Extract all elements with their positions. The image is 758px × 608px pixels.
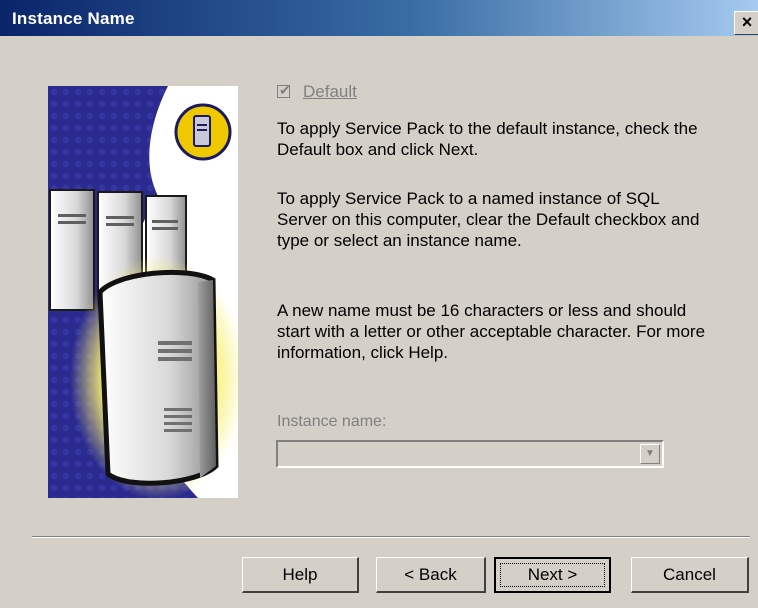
- instance-name-combobox[interactable]: ▼: [276, 440, 664, 468]
- back-button[interactable]: < Back: [376, 557, 486, 593]
- title-bar: Instance Name ×: [0, 0, 758, 36]
- instance-name-label: Instance name:: [277, 413, 387, 430]
- chevron-down-icon: ▼: [645, 448, 655, 459]
- cancel-button[interactable]: Cancel: [631, 557, 749, 593]
- instance-name-dialog: Instance Name × ✔ Default To apply Servi…: [0, 0, 758, 608]
- default-instance-instructions: To apply Service Pack to the default ins…: [277, 119, 698, 159]
- dropdown-arrow-button[interactable]: ▼: [640, 444, 660, 464]
- focus-ring: [500, 563, 605, 587]
- servers-illustration-svg: [48, 86, 238, 498]
- button-divider: [32, 536, 750, 538]
- checkmark-icon: ✔: [279, 82, 291, 98]
- default-checkbox-box[interactable]: ✔: [277, 82, 291, 98]
- close-button[interactable]: ×: [734, 11, 758, 35]
- window-title: Instance Name: [12, 9, 135, 28]
- close-icon: ×: [741, 12, 753, 32]
- named-instance-instructions: To apply Service Pack to a named instanc…: [277, 189, 700, 250]
- instance-name-rules: A new name must be 16 characters or less…: [277, 301, 706, 362]
- sql-server-computers-illustration: [48, 86, 238, 498]
- help-button[interactable]: Help: [242, 557, 359, 593]
- next-button[interactable]: Next >: [494, 557, 611, 593]
- default-checkbox-label: Default: [303, 82, 357, 101]
